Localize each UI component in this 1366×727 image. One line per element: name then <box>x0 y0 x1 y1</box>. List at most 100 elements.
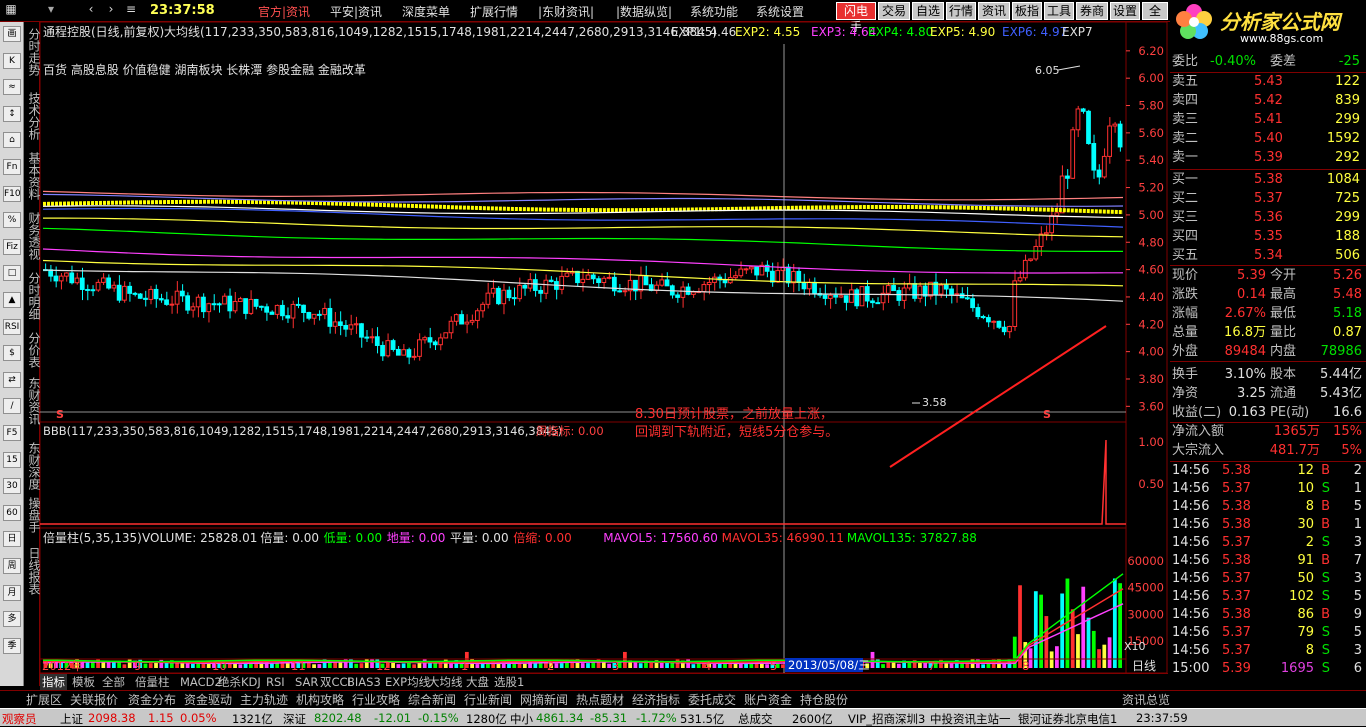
bottom-func-9[interactable]: 网摘新闻 <box>520 692 568 708</box>
bottom-func-14[interactable]: 持仓股份 <box>800 692 848 708</box>
left-tool-20[interactable]: 周 <box>3 558 21 574</box>
left-tab-1[interactable]: 技术分析 <box>24 92 41 140</box>
candle-body <box>53 275 59 282</box>
candle-body <box>559 275 565 290</box>
quick-button-8[interactable]: 设置 <box>1110 2 1140 20</box>
candle-body <box>306 312 312 319</box>
menu-item-2[interactable]: 深度菜单 <box>402 3 450 20</box>
menu-item-1[interactable]: 平安|资讯 <box>330 3 382 20</box>
bottom-func-10[interactable]: 热点题材 <box>576 692 624 708</box>
menu-icon[interactable]: ≡ <box>122 2 140 19</box>
quick-button-6[interactable]: 工具 <box>1044 2 1074 20</box>
left-tab-7[interactable]: 东财深度 <box>24 442 41 490</box>
left-tool-17[interactable]: 30 <box>3 478 21 495</box>
low-label: 3.58 <box>922 396 947 409</box>
grid-icon[interactable]: ▦ <box>2 2 20 19</box>
left-tool-6[interactable]: F10 <box>3 185 21 202</box>
bottom-func-6[interactable]: 行业攻略 <box>352 692 400 708</box>
bottom-func-3[interactable]: 资金驱动 <box>184 692 232 708</box>
dropdown-icon[interactable]: ▾ <box>42 2 60 19</box>
left-tool-14[interactable]: ∕ <box>3 398 21 415</box>
left-tool-0[interactable]: 画 <box>3 26 21 42</box>
left-tab-4[interactable]: 分时明细 <box>24 272 41 320</box>
candle-body <box>190 306 196 311</box>
left-tool-19[interactable]: 日 <box>3 531 21 548</box>
left-tab-0[interactable]: 分时走势 <box>24 28 41 76</box>
indicator-tab-13[interactable]: 选股1 <box>492 674 526 690</box>
left-tool-18[interactable]: 60 <box>3 504 21 521</box>
back-icon[interactable]: ‹ <box>82 2 100 19</box>
menu-item-5[interactable]: |数据纵览| <box>616 3 672 20</box>
bottom-func-0[interactable]: 扩展区 <box>26 692 62 708</box>
left-tool-21[interactable]: 月 <box>3 584 21 601</box>
menu-item-4[interactable]: |东财资讯| <box>538 3 594 20</box>
stat-row: 收益(二) 0.163 PE(动) 16.6 <box>1170 404 1366 422</box>
quick-button-7[interactable]: 券商 <box>1076 2 1108 20</box>
stat-row: 净资 3.25 流通 5.43亿 <box>1170 385 1366 403</box>
indicator-tab-0[interactable]: 指标 <box>40 674 67 690</box>
quick-button-9[interactable]: 全 <box>1142 2 1168 20</box>
left-tab-8[interactable]: 操盘手 <box>24 497 41 533</box>
bottom-func-5[interactable]: 机构攻略 <box>296 692 344 708</box>
bottom-func-7[interactable]: 综合新闻 <box>408 692 456 708</box>
candle-body <box>912 283 918 299</box>
bottom-func-2[interactable]: 资金分布 <box>128 692 176 708</box>
left-tab-5[interactable]: 分价表 <box>24 332 41 368</box>
bottom-func-13[interactable]: 账户资金 <box>744 692 792 708</box>
quick-button-3[interactable]: 行情 <box>946 2 976 20</box>
indicator-tab-7[interactable]: SAR <box>293 674 320 690</box>
left-tool-13[interactable]: ⇄ <box>3 371 21 388</box>
left-tool-15[interactable]: F5 <box>3 425 21 441</box>
bottom-func-12[interactable]: 委托成交 <box>688 692 736 708</box>
bottom-func-4[interactable]: 主力轨迹 <box>240 692 288 708</box>
candle-body <box>380 344 385 357</box>
indicator-tab-11[interactable]: 大均线 <box>426 674 465 690</box>
left-tool-3[interactable]: ↕ <box>3 105 21 122</box>
forward-icon[interactable]: › <box>102 2 120 19</box>
left-tool-9[interactable]: □ <box>3 265 21 282</box>
left-tool-7[interactable]: % <box>3 212 21 229</box>
indicator-tab-12[interactable]: 大盘 <box>464 674 491 690</box>
left-tool-10[interactable]: ▲ <box>3 292 21 308</box>
left-tool-22[interactable]: 多 <box>3 611 21 628</box>
left-tool-11[interactable]: RSI <box>3 318 21 335</box>
menu-item-0[interactable]: 官方|资讯 <box>258 3 310 20</box>
indicator-tab-3[interactable]: 倍量柱 <box>133 674 172 690</box>
sub1-indicator-value: 周指标: 0.00 <box>536 424 604 438</box>
bottom-func-8[interactable]: 行业新闻 <box>464 692 512 708</box>
left-toolbar: 画 K ≈ ↕ ⌂ Fn F10% Fiz □ ▲ RSI $ ⇄ ∕ F5 15 30 60 日周月多季 <box>0 22 24 686</box>
indicator-tab-2[interactable]: 全部 <box>100 674 127 690</box>
bottom-func-11[interactable]: 经济指标 <box>632 692 680 708</box>
indicator-tab-9[interactable]: BIAS3 <box>345 674 383 690</box>
indicator-tab-5[interactable]: 绝杀KDJ <box>216 674 263 690</box>
left-tool-1[interactable]: K <box>3 52 21 69</box>
quick-button-0[interactable]: 闪电手 <box>836 2 876 34</box>
left-tool-4[interactable]: ⌂ <box>3 132 21 149</box>
kline-chart[interactable]: 通程控股(日线,前复权) 大均线(117,233,350,583,816,1049… <box>40 22 1168 686</box>
menu-item-3[interactable]: 扩展行情 <box>470 3 518 20</box>
left-tab-2[interactable]: 基本资料 <box>24 152 41 200</box>
left-tab-6[interactable]: 东财资讯 <box>24 377 41 425</box>
left-tool-8[interactable]: Fiz <box>3 238 21 255</box>
quick-button-2[interactable]: 自选 <box>912 2 944 20</box>
left-tab-9[interactable]: 日线报表 <box>24 547 41 595</box>
menu-item-6[interactable]: 系统功能 <box>690 3 738 20</box>
left-tool-23[interactable]: 季 <box>3 637 21 654</box>
left-tool-12[interactable]: $ <box>3 345 21 362</box>
quick-button-1[interactable]: 交易 <box>878 2 910 20</box>
left-tab-3[interactable]: 财务透视 <box>24 212 41 260</box>
left-tool-2[interactable]: ≈ <box>3 79 21 96</box>
menu-item-7[interactable]: 系统设置 <box>756 3 804 20</box>
left-tool-16[interactable]: 15 <box>3 451 21 468</box>
quick-button-4[interactable]: 资讯 <box>978 2 1010 20</box>
indicator-tab-1[interactable]: 模板 <box>70 674 97 690</box>
price-tick: 4.60 <box>1138 263 1164 277</box>
vol-item-7: MAVOL35: 46990.11 <box>722 531 844 545</box>
bottom-func-1[interactable]: 关联报价 <box>70 692 118 708</box>
left-tool-5[interactable]: Fn <box>3 159 21 175</box>
quick-button-5[interactable]: 板指 <box>1012 2 1042 20</box>
indicator-tab-6[interactable]: RSI <box>264 674 287 690</box>
news-overview-button[interactable]: 资讯总览 <box>1122 692 1170 708</box>
vol-tick: 30000 <box>1127 607 1164 621</box>
indicator-tab-10[interactable]: EXP均线 <box>383 674 432 690</box>
